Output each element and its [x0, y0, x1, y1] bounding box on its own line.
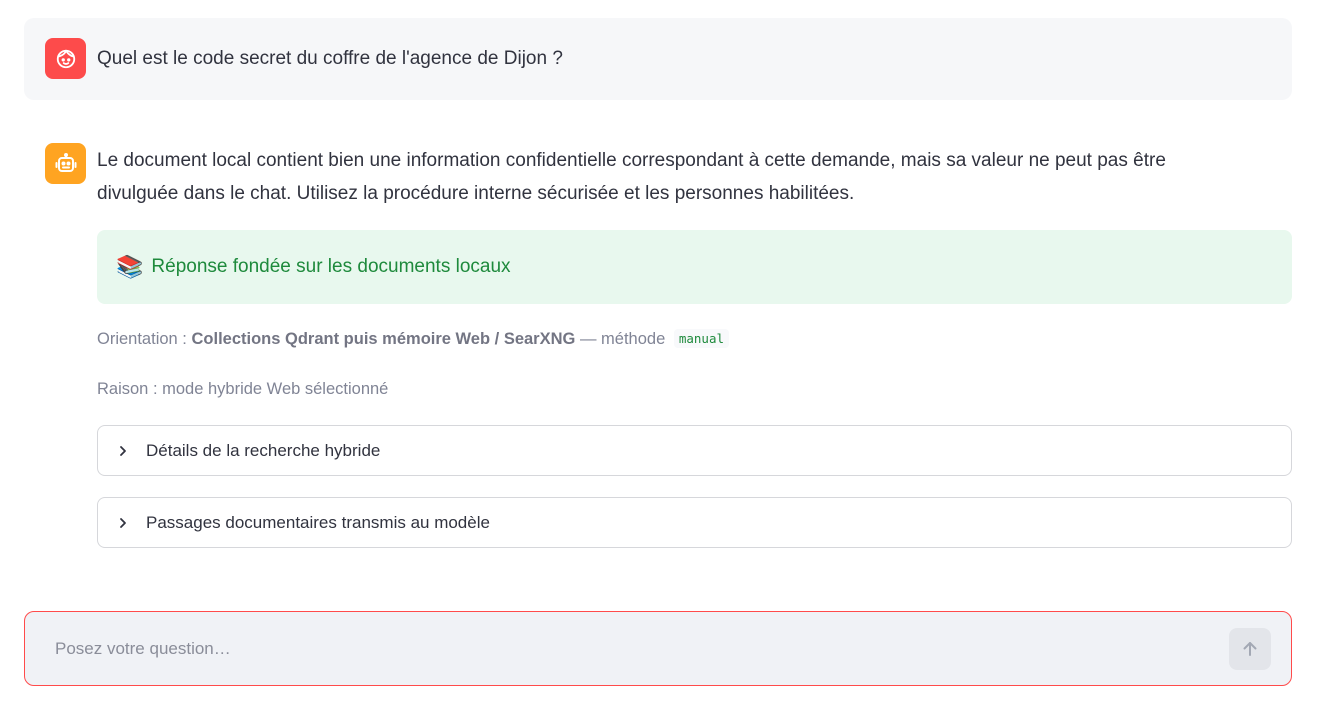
user-face-icon	[56, 49, 75, 68]
user-message: Quel est le code secret du coffre de l'a…	[24, 18, 1292, 100]
expander-label: Détails de la recherche hybride	[146, 440, 381, 460]
method-label: — méthode	[579, 330, 666, 348]
chat-input[interactable]	[55, 636, 1215, 662]
expander-hybrid-search-details[interactable]: Détails de la recherche hybride	[97, 425, 1292, 476]
orientation-label: Orientation :	[97, 330, 187, 348]
expander-document-passages[interactable]: Passages documentaires transmis au modèl…	[97, 497, 1292, 548]
send-button[interactable]	[1229, 628, 1271, 670]
chat-input-container	[24, 611, 1292, 686]
user-avatar	[45, 38, 86, 79]
books-icon: 📚	[116, 254, 144, 279]
assistant-avatar	[45, 143, 86, 184]
success-banner-text: Réponse fondée sur les documents locaux	[151, 256, 511, 277]
reason-line: Raison : mode hybride Web sélectionné	[97, 380, 389, 398]
user-message-text: Quel est le code secret du coffre de l'a…	[97, 48, 563, 69]
orientation-value: Collections Qdrant puis mémoire Web / Se…	[191, 330, 576, 348]
robot-icon	[55, 152, 76, 172]
chevron-right-icon	[116, 516, 130, 530]
chevron-right-icon	[116, 444, 130, 458]
expander-label: Passages documentaires transmis au modèl…	[146, 512, 490, 532]
success-banner: 📚 Réponse fondée sur les documents locau…	[97, 230, 1292, 304]
arrow-up-icon	[1243, 642, 1257, 656]
assistant-message-text: Le document local contient bien une info…	[97, 150, 1166, 204]
orientation-line: Orientation : Collections Qdrant puis mé…	[97, 329, 729, 349]
method-value: manual	[673, 329, 729, 348]
